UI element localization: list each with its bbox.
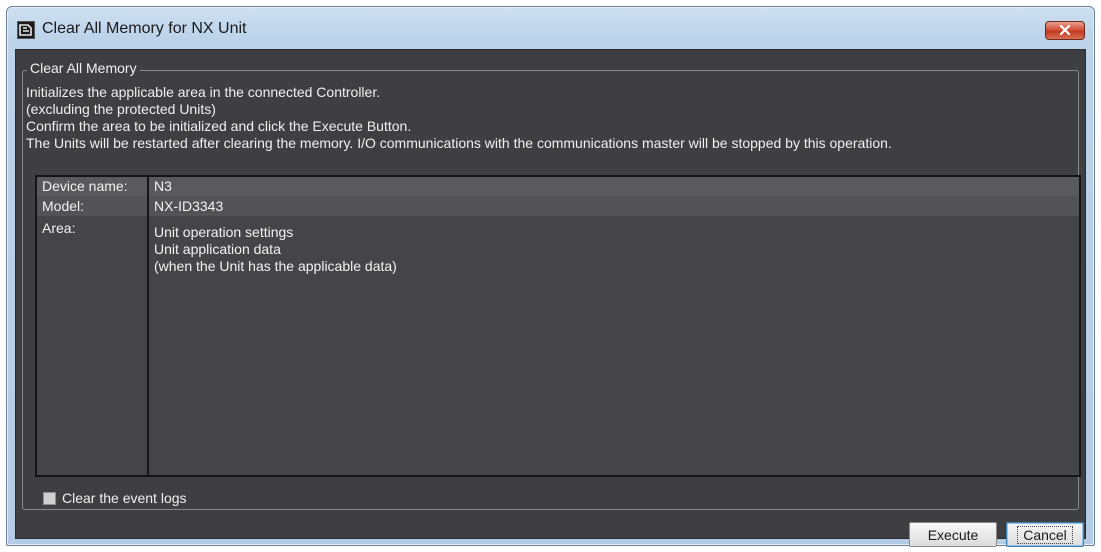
description: Initializes the applicable area in the c… [26, 84, 1081, 152]
label-column-divider [37, 177, 149, 475]
area-value: Unit application data [154, 241, 281, 257]
app-logo-icon [17, 21, 35, 39]
title-bar[interactable]: Clear All Memory for NX Unit [7, 7, 1094, 49]
description-line: The Units will be restarted after cleari… [26, 135, 892, 151]
cancel-button[interactable]: Cancel [1006, 522, 1084, 547]
description-line: Initializes the applicable area in the c… [26, 84, 381, 100]
close-button[interactable] [1045, 21, 1085, 40]
description-line: (excluding the protected Units) [26, 101, 216, 117]
description-line: Confirm the area to be initialized and c… [26, 118, 412, 134]
execute-button[interactable]: Execute [909, 522, 997, 547]
area-value: Unit operation settings [154, 224, 294, 240]
dialog-window: Clear All Memory for NX Unit Clear All M… [6, 6, 1095, 547]
clear-event-logs-label[interactable]: Clear the event logs [62, 490, 187, 506]
device-name-value: N3 [154, 178, 172, 194]
dialog-content: Clear All Memory Initializes the applica… [15, 49, 1086, 547]
window-title: Clear All Memory for NX Unit [42, 20, 247, 37]
model-value: NX-ID3343 [154, 198, 224, 214]
table-row-model: Model: NX-ID3343 [37, 196, 1079, 216]
group-label: Clear All Memory [27, 60, 140, 76]
area-value: (when the Unit has the applicable data) [154, 258, 397, 274]
cancel-button-label: Cancel [1017, 525, 1073, 544]
close-icon [1059, 22, 1071, 40]
area-values: Unit operation settings Unit application… [154, 224, 397, 275]
table-row-device-name: Device name: N3 [37, 177, 1079, 196]
table-row-area: Area: Unit operation settings Unit appli… [37, 216, 1079, 475]
clear-event-logs-option[interactable]: Clear the event logs [43, 490, 187, 506]
clear-event-logs-checkbox[interactable] [43, 491, 56, 505]
unit-info-table: Device name: N3 Model: NX-ID3343 Area: U… [35, 175, 1081, 477]
